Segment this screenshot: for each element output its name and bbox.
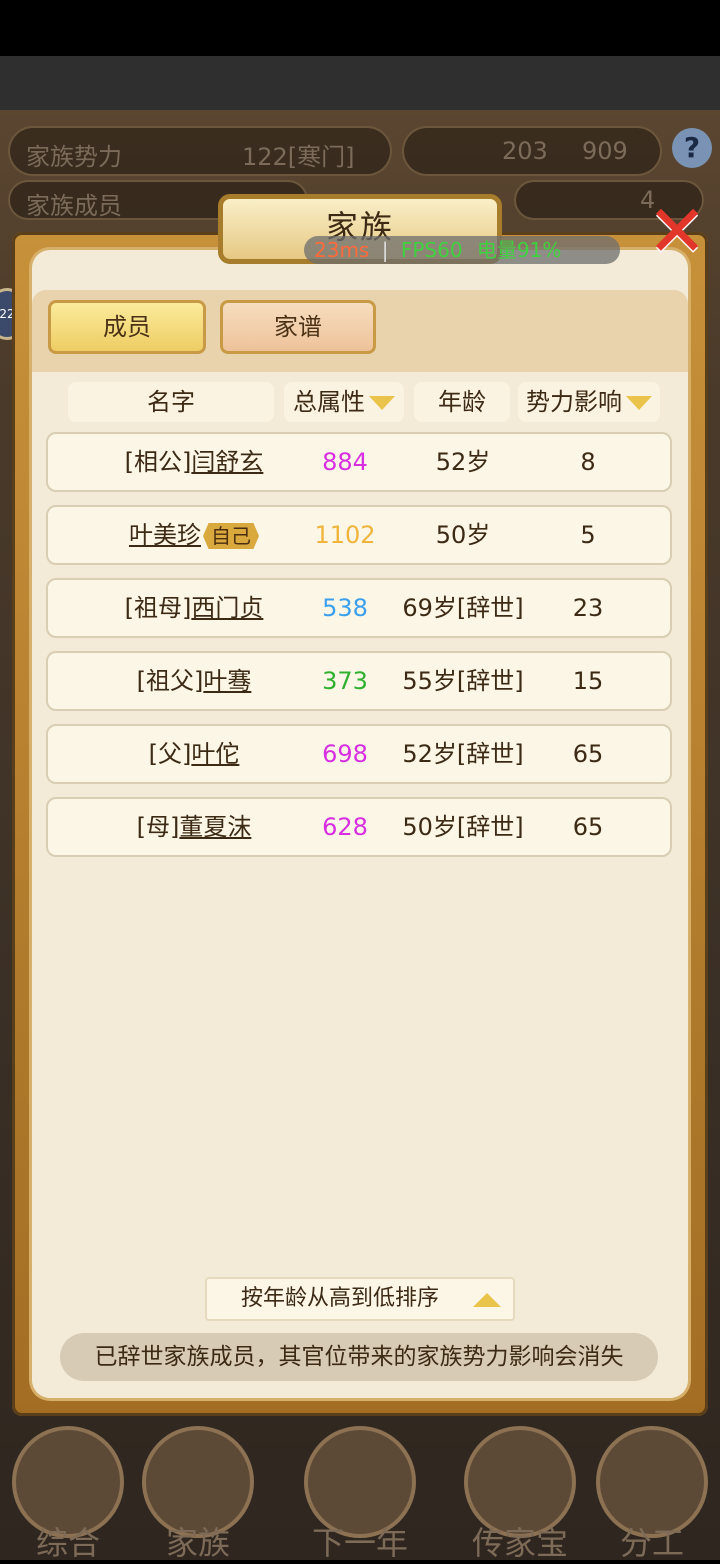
table-row[interactable]: [相公]闫舒玄 884 52岁 8: [46, 432, 672, 492]
age-value: 50岁: [435, 521, 491, 549]
close-icon: ✕: [646, 189, 708, 273]
member-name-link[interactable]: 叶佗: [191, 740, 239, 768]
relation-label: [祖父]: [136, 667, 204, 695]
family-members-label: 家族成员: [26, 192, 122, 220]
help-icon[interactable]: ?: [672, 128, 712, 168]
notice-text: 已辞世家族成员，其官位带来的家族势力影响会消失: [60, 1333, 658, 1381]
nav-heirloom[interactable]: 传家宝: [460, 1426, 580, 1562]
age-value: 69岁[辞世]: [402, 594, 524, 622]
family-power-row: 家族势力 122[寒门]: [8, 126, 392, 176]
member-name-cell: 叶美珍 自己: [48, 507, 340, 563]
sort-down-icon: [626, 396, 652, 410]
member-name-link[interactable]: 董夏沫: [179, 813, 251, 841]
attr-value: 373: [322, 667, 368, 695]
member-name-link[interactable]: 闫舒玄: [191, 448, 263, 476]
column-header-influence-label: 势力影响: [526, 388, 622, 416]
member-name-link[interactable]: 叶骞: [203, 667, 251, 695]
member-name-cell: [祖父]叶骞: [48, 653, 340, 709]
influence-value: 65: [572, 813, 604, 841]
nav-family[interactable]: 家族: [138, 1426, 258, 1562]
member-name-cell: [父]叶佗: [48, 726, 340, 782]
nav-label: 家族: [165, 1524, 230, 1562]
relation-label: [相公]: [124, 448, 192, 476]
sort-down-icon: [369, 396, 395, 410]
nav-assign[interactable]: 分工: [592, 1426, 712, 1562]
resource-2-value: 909: [582, 137, 628, 165]
column-header-name[interactable]: 名字: [68, 382, 274, 422]
nav-label: 传家宝: [471, 1524, 568, 1562]
member-name-cell: [祖母]西门贞: [48, 580, 340, 636]
attr-value: 1102: [314, 521, 376, 549]
table-row[interactable]: [父]叶佗 698 52岁[辞世] 65: [46, 724, 672, 784]
attr-value: 884: [322, 448, 368, 476]
age-value: 55岁[辞世]: [402, 667, 524, 695]
influence-value: 8: [580, 448, 596, 476]
age-value: 52岁: [435, 448, 491, 476]
influence-value: 15: [572, 667, 604, 695]
table-row[interactable]: [祖母]西门贞 538 69岁[辞世] 23: [46, 578, 672, 638]
column-header-influence[interactable]: 势力影响: [518, 382, 660, 422]
nav-label: 综合: [35, 1524, 100, 1562]
table-row[interactable]: [母]董夏沫 628 50岁[辞世] 65: [46, 797, 672, 857]
table-row[interactable]: 叶美珍 自己 1102 50岁 5: [46, 505, 672, 565]
attr-value: 628: [322, 813, 368, 841]
attr-value: 538: [322, 594, 368, 622]
close-button[interactable]: ✕: [640, 194, 714, 268]
column-header-name-label: 名字: [147, 388, 195, 416]
sort-button-label: 按年龄从高到低排序: [241, 1286, 440, 1311]
column-header-attr-label: 总属性: [293, 388, 365, 416]
influence-value: 5: [580, 521, 596, 549]
member-name-link[interactable]: 叶美珍: [129, 521, 201, 549]
nav-next-year[interactable]: 下一年: [300, 1426, 420, 1562]
attr-value: 698: [322, 740, 368, 768]
self-badge: 自己: [203, 523, 259, 549]
nav-label: 分工: [619, 1524, 684, 1562]
sort-up-icon: [473, 1293, 501, 1307]
relation-label: [母]: [136, 813, 180, 841]
resource-1-value: 203: [502, 137, 548, 165]
tab-family-tree[interactable]: 家谱: [220, 300, 376, 354]
nav-label: 下一年: [311, 1524, 408, 1562]
column-header-age-label: 年龄: [438, 388, 486, 416]
battery-value: 电量91%: [476, 238, 562, 262]
age-value: 52岁[辞世]: [402, 740, 524, 768]
column-header-age[interactable]: 年龄: [414, 382, 510, 422]
family-power-value: 122[寒门]: [242, 143, 355, 171]
fps-value: FPS60: [400, 238, 463, 262]
tab-members[interactable]: 成员: [48, 300, 206, 354]
bottom-nav: 综合 家族 下一年 传家宝 分工: [0, 1410, 720, 1562]
influence-value: 23: [572, 594, 604, 622]
sort-button[interactable]: 按年龄从高到低排序: [205, 1277, 515, 1321]
member-name-link[interactable]: 西门贞: [191, 594, 263, 622]
overlay-separator: |: [381, 238, 389, 262]
nav-overview[interactable]: 综合: [8, 1426, 128, 1562]
family-power-label: 家族势力: [26, 143, 122, 171]
influence-value: 65: [572, 740, 604, 768]
column-header-attr[interactable]: 总属性: [284, 382, 404, 422]
top-bar: [0, 56, 720, 110]
relation-label: [父]: [148, 740, 192, 768]
relation-label: [祖母]: [124, 594, 192, 622]
member-name-cell: [母]董夏沫: [48, 799, 340, 855]
resources-row: 203 909: [402, 126, 662, 176]
status-bar: [0, 0, 720, 56]
table-row[interactable]: [祖父]叶骞 373 55岁[辞世] 15: [46, 651, 672, 711]
age-value: 50岁[辞世]: [402, 813, 524, 841]
member-name-cell: [相公]闫舒玄: [48, 434, 340, 490]
ping-value: 23ms: [314, 238, 370, 262]
performance-overlay: 23ms | FPS60 电量91%: [304, 236, 620, 264]
